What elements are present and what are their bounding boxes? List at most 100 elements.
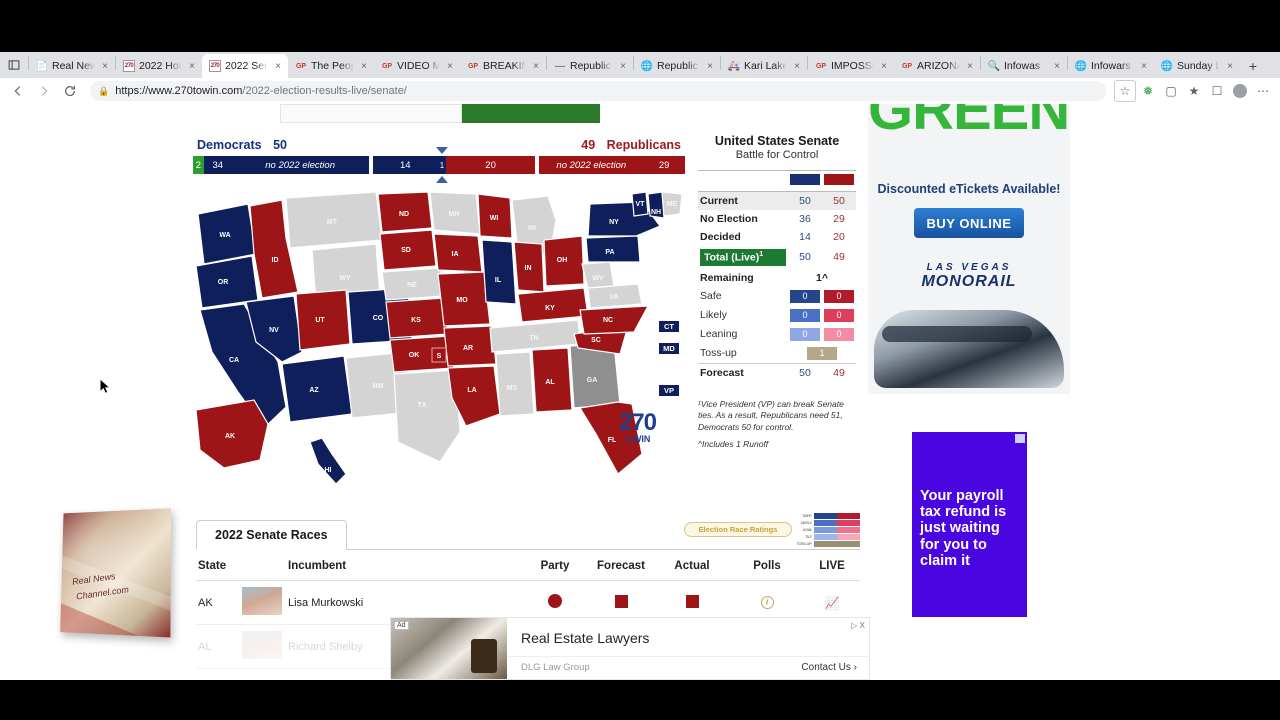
browser-tab-6[interactable]: — Republic ×: [547, 54, 633, 78]
anchor-ad-headline[interactable]: Real Estate Lawyers: [521, 630, 649, 646]
dem-color-swatch: [790, 174, 820, 185]
tab-close-icon[interactable]: ×: [878, 61, 890, 72]
dem-leaning-chip[interactable]: 0: [790, 327, 820, 341]
rep-leaning-chip[interactable]: 0: [824, 327, 854, 341]
buy-online-button[interactable]: BUY ONLINE: [914, 208, 1024, 238]
split-screen-icon[interactable]: ▢: [1160, 80, 1182, 102]
tab-title: Infowars: [1091, 60, 1131, 72]
dem-safe-chip[interactable]: 0: [790, 289, 820, 303]
col-incumbent[interactable]: Incumbent: [286, 550, 522, 581]
extensions-icon[interactable]: ❅: [1137, 80, 1159, 102]
browser-tab-7[interactable]: 🌐 Republic ×: [634, 54, 720, 78]
segment-rep-no-election[interactable]: no 2022 election: [539, 156, 644, 174]
back-icon[interactable]: [6, 80, 30, 102]
tab-close-icon[interactable]: ×: [444, 61, 456, 72]
browser-tab-8[interactable]: 🚑 Kari Lake ×: [721, 54, 807, 78]
tab-close-icon[interactable]: ×: [186, 61, 198, 72]
product-box-image[interactable]: Real News Channel.com: [58, 508, 172, 638]
legend-row-lean: LEAN:: [796, 526, 860, 533]
tab-close-icon[interactable]: ×: [99, 61, 111, 72]
tab-close-icon[interactable]: ×: [358, 61, 370, 72]
us-senate-map[interactable]: WA OR CA NV ID MT WY UT AZ CO NM ND SD N…: [190, 191, 690, 522]
segment-dem-14[interactable]: 14: [372, 156, 439, 174]
browser-tab-2-active[interactable]: 270 2022 Sen ×: [202, 54, 288, 78]
browser-tab-4[interactable]: GP VIDEO M ×: [374, 54, 460, 78]
browser-tab-13[interactable]: 🌐 Sunday L ×: [1154, 54, 1240, 78]
segment-rep-29[interactable]: 29: [643, 156, 686, 174]
rep-likely-chip[interactable]: 0: [824, 308, 854, 322]
gp-icon: GP: [815, 62, 827, 70]
col-actual[interactable]: Actual: [654, 550, 730, 581]
browser-tab-3[interactable]: GP The Peop ×: [288, 54, 374, 78]
side-box-MD[interactable]: MD: [658, 342, 680, 355]
tab-close-icon[interactable]: ×: [791, 61, 803, 72]
tossup-chip[interactable]: 1: [807, 346, 837, 360]
map-svg[interactable]: WA OR CA NV ID MT WY UT AZ CO NM ND SD N…: [190, 191, 690, 522]
forward-icon[interactable]: [32, 80, 56, 102]
chart-line-icon[interactable]: 📈: [825, 596, 840, 610]
tab-close-icon[interactable]: ×: [1051, 61, 1063, 72]
browser-essentials-icon[interactable]: ☐: [1206, 80, 1228, 102]
reload-icon[interactable]: [58, 80, 82, 102]
rep-safe-chip[interactable]: 0: [824, 289, 854, 303]
monorail-ad[interactable]: GREEN! Discounted eTickets Available! BU…: [868, 104, 1070, 394]
election-race-ratings-pill[interactable]: Election Race Ratings: [684, 522, 792, 537]
segment-dem-no-election[interactable]: no 2022 election: [231, 156, 369, 174]
adchoices-close-icon[interactable]: ▷ X: [851, 621, 865, 630]
browser-tab-11[interactable]: 🔍 Infowas ×: [981, 54, 1067, 78]
tab-close-icon[interactable]: ×: [1138, 61, 1150, 72]
logo-to: TO: [624, 438, 633, 444]
segment-independent[interactable]: 2: [193, 156, 204, 174]
collections-icon[interactable]: ★: [1183, 80, 1205, 102]
address-bar[interactable]: 🔒 https://www.270towin.com/2022-election…: [90, 81, 1106, 101]
info-icon[interactable]: i: [760, 596, 774, 609]
tab-close-icon[interactable]: ×: [530, 61, 542, 72]
tab-2022-senate-races[interactable]: 2022 Senate Races: [196, 520, 347, 550]
segment-dem-34[interactable]: 34: [203, 156, 232, 174]
monorail-train-image: [874, 310, 1064, 388]
tab-close-icon[interactable]: ×: [964, 61, 976, 72]
segment-dem-1[interactable]: 1: [438, 156, 446, 174]
dem-likely-chip[interactable]: 0: [790, 308, 820, 322]
state-OK[interactable]: [389, 335, 455, 373]
browser-tab-10[interactable]: GP ARIZONA ×: [894, 54, 980, 78]
browser-tab-5[interactable]: GP BREAKIN ×: [460, 54, 546, 78]
state-MS[interactable]: [495, 351, 535, 417]
anchor-ad-cta[interactable]: Contact Us ›: [801, 662, 857, 673]
col-forecast[interactable]: Forecast: [588, 550, 654, 581]
col-state[interactable]: State: [196, 550, 286, 581]
new-tab-button[interactable]: +: [1240, 54, 1266, 78]
state-IL[interactable]: [481, 239, 517, 305]
tab-search-icon[interactable]: [0, 52, 28, 78]
tab-title: BREAKIN: [483, 60, 526, 72]
ratings-legend: SAFE: LIKELY: LEAN: TILT: TOSS-UP:: [796, 512, 860, 547]
side-box-VP[interactable]: VP: [658, 384, 680, 397]
side-box-CT[interactable]: CT: [658, 320, 680, 333]
gp-icon: GP: [381, 62, 393, 70]
browser-tab-1[interactable]: 270 2022 Hou ×: [116, 54, 202, 78]
profile-avatar-icon[interactable]: [1229, 80, 1251, 102]
state-HI[interactable]: [309, 437, 347, 485]
state-GA[interactable]: [569, 343, 621, 409]
settings-more-icon[interactable]: ⋯: [1252, 80, 1274, 102]
col-polls[interactable]: Polls: [730, 550, 804, 581]
tab-title: Republic: [570, 60, 611, 72]
tab-close-icon[interactable]: ×: [272, 61, 284, 72]
tab-close-icon[interactable]: ×: [704, 61, 716, 72]
browser-tab-9[interactable]: GP IMPOSSI ×: [808, 54, 894, 78]
favorite-add-icon[interactable]: ☆: [1114, 80, 1136, 102]
adchoices-icon[interactable]: [1015, 434, 1025, 443]
browser-tab-0[interactable]: 📄 Real New ×: [29, 54, 115, 78]
payroll-tax-ad[interactable]: Your payroll tax refund is just waiting …: [912, 432, 1027, 617]
segment-rep-20[interactable]: 20: [445, 156, 536, 174]
url-domain: https://www.270towin.com: [115, 85, 243, 97]
panel-subtitle: Battle for Control: [735, 149, 819, 161]
col-live[interactable]: LIVE: [804, 550, 860, 581]
tab-close-icon[interactable]: ×: [1224, 61, 1236, 72]
col-party[interactable]: Party: [522, 550, 588, 581]
browser-tab-12[interactable]: 🌐 Infowars ×: [1068, 54, 1154, 78]
anchor-ad-card[interactable]: Ad ▷ X Real Estate Lawyers DLG Law Group…: [390, 617, 870, 680]
state-NC[interactable]: [579, 305, 650, 335]
legend-row-safe: SAFE:: [796, 512, 860, 519]
tab-close-icon[interactable]: ×: [617, 61, 629, 72]
